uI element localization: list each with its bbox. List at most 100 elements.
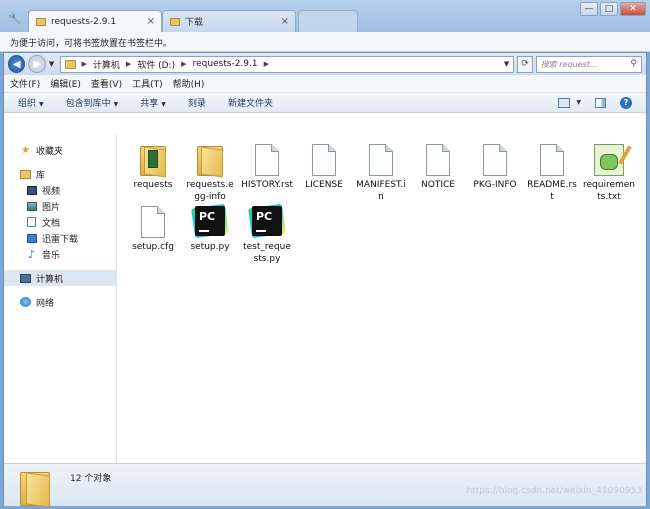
nav-label: 网络 — [36, 298, 55, 309]
chevron-down-icon[interactable]: ▼ — [504, 60, 509, 68]
file-name: requirements.txt — [583, 180, 636, 202]
forward-button[interactable]: ▶ — [28, 55, 46, 73]
file-icon — [483, 144, 507, 176]
new-tab-button[interactable] — [298, 10, 358, 32]
file-name: LICENSE — [305, 180, 343, 190]
file-icon — [426, 144, 450, 176]
file-item[interactable]: MANIFEST.in — [351, 144, 411, 203]
nav-label: 迅雷下载 — [42, 234, 79, 245]
refresh-button[interactable]: ⟳ — [517, 55, 533, 73]
breadcrumb-folder[interactable]: requests-2.9.1 — [193, 59, 258, 69]
nav-label: 图片 — [42, 202, 61, 213]
back-button[interactable]: ◀ — [8, 55, 26, 73]
tab-requests[interactable]: requests-2.9.1 × — [28, 10, 162, 32]
nav-item-computer[interactable]: 计算机 — [4, 270, 116, 286]
nav-item-thunder-downloads[interactable]: 迅雷下载 — [4, 230, 116, 246]
file-icon — [312, 144, 336, 176]
file-item[interactable]: NOTICE — [408, 144, 468, 191]
search-placeholder: 搜索 request... — [540, 59, 598, 69]
chevron-down-icon: ▼ — [576, 99, 581, 106]
nav-label: 收藏夹 — [36, 146, 64, 157]
help-icon[interactable]: ? — [620, 96, 632, 109]
preview-pane-icon[interactable] — [595, 97, 606, 108]
organize-label: 组织 — [18, 99, 37, 109]
minimize-button[interactable]: — — [580, 2, 598, 16]
file-name: README.rst — [527, 180, 577, 202]
chevron-down-icon: ▼ — [39, 101, 44, 108]
file-icon — [141, 206, 165, 238]
nav-item-music[interactable]: ♪ 音乐 — [4, 246, 116, 262]
watermark: https://blog.csdn.net/weixin_41090953 — [466, 486, 642, 496]
file-item[interactable]: requests — [123, 144, 183, 191]
menu-view[interactable]: 查看(V) — [91, 77, 122, 90]
menu-file[interactable]: 文件(F) — [10, 77, 40, 90]
file-item[interactable]: requirements.txt — [579, 144, 639, 203]
chevron-down-icon[interactable]: ▼ — [49, 60, 57, 68]
file-name: requests — [133, 180, 173, 190]
file-item[interactable]: PKG-INFO — [465, 144, 525, 191]
chevron-right-icon[interactable]: ▶ — [181, 60, 186, 68]
breadcrumb: 计算机 ▶ 软件 (D:) ▶ requests-2.9.1 ▶ — [93, 58, 498, 71]
address-row: ◀ ▶ ▼ ▶ 计算机 ▶ 软件 (D:) ▶ requests-2.9.1 ▶… — [4, 53, 646, 75]
music-icon: ♪ — [27, 247, 36, 261]
breadcrumb-drive[interactable]: 软件 (D:) — [137, 58, 175, 71]
menu-help[interactable]: 帮助(H) — [173, 77, 205, 90]
folder-icon — [35, 17, 46, 27]
file-item[interactable]: requests.egg-info — [180, 144, 240, 203]
nav-label: 视频 — [42, 186, 61, 197]
network-icon — [20, 297, 31, 307]
nav-label: 文档 — [42, 218, 61, 229]
computer-icon — [20, 273, 31, 283]
change-view-button[interactable]: ▼ — [558, 97, 581, 108]
pycharm-icon: PC — [191, 203, 229, 239]
share-label: 共享 — [140, 99, 159, 109]
close-icon[interactable]: × — [281, 16, 289, 27]
folder-icon — [195, 144, 225, 178]
file-item[interactable]: setup.cfg — [123, 206, 183, 253]
include-library-button[interactable]: 包含到库中 ▼ — [66, 96, 119, 109]
search-input[interactable]: 搜索 request... ⚲ — [535, 55, 643, 73]
share-button[interactable]: 共享 ▼ — [140, 96, 166, 109]
chevron-right-icon[interactable]: ▶ — [264, 60, 269, 68]
nav-item-pictures[interactable]: 图片 — [4, 198, 116, 214]
close-icon[interactable]: × — [147, 16, 155, 27]
address-bar[interactable]: ▶ 计算机 ▶ 软件 (D:) ▶ requests-2.9.1 ▶ ▼ — [59, 55, 515, 73]
document-icon — [26, 217, 37, 227]
file-name: setup.cfg — [132, 242, 174, 252]
maximize-button[interactable]: □ — [600, 2, 618, 16]
wrench-icon[interactable]: 🔧 — [8, 12, 22, 25]
nav-item-network[interactable]: 网络 — [4, 294, 116, 310]
file-icon — [540, 144, 564, 176]
nav-item-videos[interactable]: 视频 — [4, 182, 116, 198]
menu-tools[interactable]: 工具(T) — [132, 77, 163, 90]
details-pane: 12 个对象 https://blog.csdn.net/weixin_4109… — [4, 463, 646, 508]
item-count: 12 个对象 — [70, 474, 112, 484]
burn-button[interactable]: 刻录 — [188, 96, 206, 109]
download-icon — [26, 233, 37, 243]
view-icon — [558, 97, 571, 108]
file-list: requests requests.egg-info HISTORY.rst L… — [117, 134, 646, 463]
chevron-right-icon[interactable]: ▶ — [82, 60, 87, 68]
file-item[interactable]: LICENSE — [294, 144, 354, 191]
breadcrumb-computer[interactable]: 计算机 — [93, 58, 120, 71]
new-folder-button[interactable]: 新建文件夹 — [228, 96, 273, 109]
organize-button[interactable]: 组织 ▼ — [18, 96, 44, 109]
tab-downloads[interactable]: 下载 × — [162, 10, 296, 32]
file-name: MANIFEST.in — [356, 180, 406, 202]
nav-item-libraries[interactable]: 库 — [4, 166, 116, 182]
nav-label: 计算机 — [36, 274, 64, 285]
nav-item-favorites[interactable]: ★ 收藏夹 — [4, 142, 116, 158]
search-icon[interactable]: ⚲ — [630, 59, 637, 69]
file-item[interactable]: README.rst — [522, 144, 582, 203]
file-item[interactable]: PC setup.py — [180, 203, 240, 253]
star-icon: ★ — [21, 144, 30, 156]
file-item[interactable]: PC test_requests.py — [237, 203, 297, 265]
tab-title: 下载 — [185, 18, 204, 28]
chevron-right-icon[interactable]: ▶ — [126, 60, 131, 68]
nav-item-documents[interactable]: 文档 — [4, 214, 116, 230]
close-window-button[interactable]: ✕ — [620, 2, 646, 16]
file-item[interactable]: HISTORY.rst — [237, 144, 297, 191]
menu-edit[interactable]: 编辑(E) — [50, 77, 81, 90]
notepad-icon — [594, 144, 632, 176]
file-name: setup.py — [190, 242, 230, 252]
